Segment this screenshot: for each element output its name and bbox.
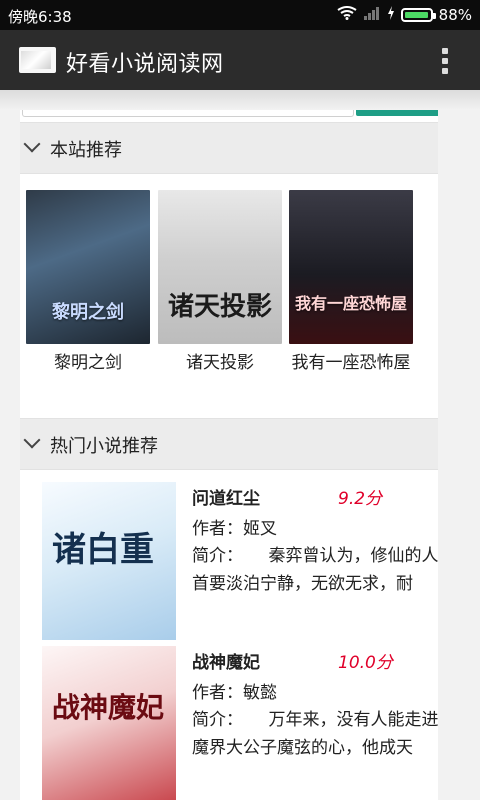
app-logo-icon bbox=[19, 47, 56, 73]
book-title: 我有一座恐怖屋 bbox=[291, 353, 411, 373]
cover-text: 黎明之剑 bbox=[52, 302, 124, 323]
book-card[interactable]: 诸天投影 诸天投影 bbox=[157, 190, 283, 376]
section-title: 热门小说推荐 bbox=[50, 436, 158, 457]
section-header-featured[interactable]: 本站推荐 bbox=[20, 122, 438, 174]
featured-books: 黎明之剑 黎明之剑 诸天投影 诸天投影 我有一座恐怖屋 我有一座恐怖屋 bbox=[20, 190, 438, 420]
action-bar: 好看小说阅读网 bbox=[0, 30, 480, 90]
section-title: 本站推荐 bbox=[50, 140, 122, 161]
book-summary: 简介： 万年来，没有人能走进魔界大公子魔弦的心，他成天 bbox=[192, 710, 438, 758]
search-input[interactable] bbox=[22, 110, 354, 117]
book-card[interactable]: 我有一座恐怖屋 我有一座恐怖屋 bbox=[288, 190, 414, 376]
book-title: 战神魔妃 bbox=[192, 653, 260, 673]
wifi-icon bbox=[337, 6, 357, 24]
hot-book-item[interactable]: 诸白重 问道红尘 9.2分 作者：姬叉 简介： 秦弈曾认为，修仙的人首要淡泊宁静… bbox=[20, 482, 438, 640]
book-cover: 诸白重 bbox=[42, 482, 176, 640]
chevron-down-icon bbox=[23, 135, 41, 153]
cover-text: 诸白重 bbox=[52, 530, 154, 570]
battery-percent: 88% bbox=[438, 6, 472, 24]
book-author: 作者：敏懿 bbox=[192, 683, 277, 703]
book-title: 黎明之剑 bbox=[54, 353, 122, 373]
book-author: 作者：姬叉 bbox=[192, 519, 277, 539]
search-button[interactable] bbox=[356, 110, 438, 116]
cover-text: 诸天投影 bbox=[167, 292, 272, 322]
signal-icon bbox=[363, 6, 381, 24]
overflow-menu-icon[interactable] bbox=[440, 48, 450, 74]
status-bar: 傍晚6:38 88% bbox=[0, 0, 480, 30]
book-summary: 简介： 秦弈曾认为，修仙的人首要淡泊宁静，无欲无求，耐 bbox=[192, 546, 438, 594]
status-time: 傍晚6:38 bbox=[8, 8, 72, 26]
book-title: 诸天投影 bbox=[186, 353, 254, 373]
chevron-down-icon bbox=[23, 431, 41, 449]
book-cover: 战神魔妃 bbox=[42, 646, 176, 800]
book-title: 问道红尘 bbox=[192, 489, 260, 509]
book-cover: 诸天投影 bbox=[158, 190, 282, 344]
search-strip bbox=[20, 110, 438, 118]
cover-text: 我有一座恐怖屋 bbox=[294, 294, 407, 313]
section-header-hot[interactable]: 热门小说推荐 bbox=[20, 418, 438, 470]
battery-icon bbox=[400, 8, 436, 22]
book-card[interactable]: 黎明之剑 黎明之剑 bbox=[25, 190, 151, 376]
top-shadow bbox=[0, 90, 480, 110]
book-cover: 我有一座恐怖屋 bbox=[289, 190, 413, 344]
app-title: 好看小说阅读网 bbox=[66, 52, 224, 77]
cover-text: 战神魔妃 bbox=[52, 691, 165, 724]
book-cover: 黎明之剑 bbox=[26, 190, 150, 344]
book-score: 9.2分 bbox=[338, 489, 383, 509]
charging-icon bbox=[387, 6, 395, 24]
content-panel: 本站推荐 黎明之剑 黎明之剑 诸天投影 诸天投影 我有一座恐怖屋 我有一座恐怖屋… bbox=[20, 110, 438, 800]
status-icons: 88% bbox=[337, 6, 472, 24]
hot-book-item[interactable]: 战神魔妃 战神魔妃 10.0分 作者：敏懿 简介： 万年来，没有人能走进魔界大公… bbox=[20, 646, 438, 800]
book-score: 10.0分 bbox=[338, 653, 393, 673]
